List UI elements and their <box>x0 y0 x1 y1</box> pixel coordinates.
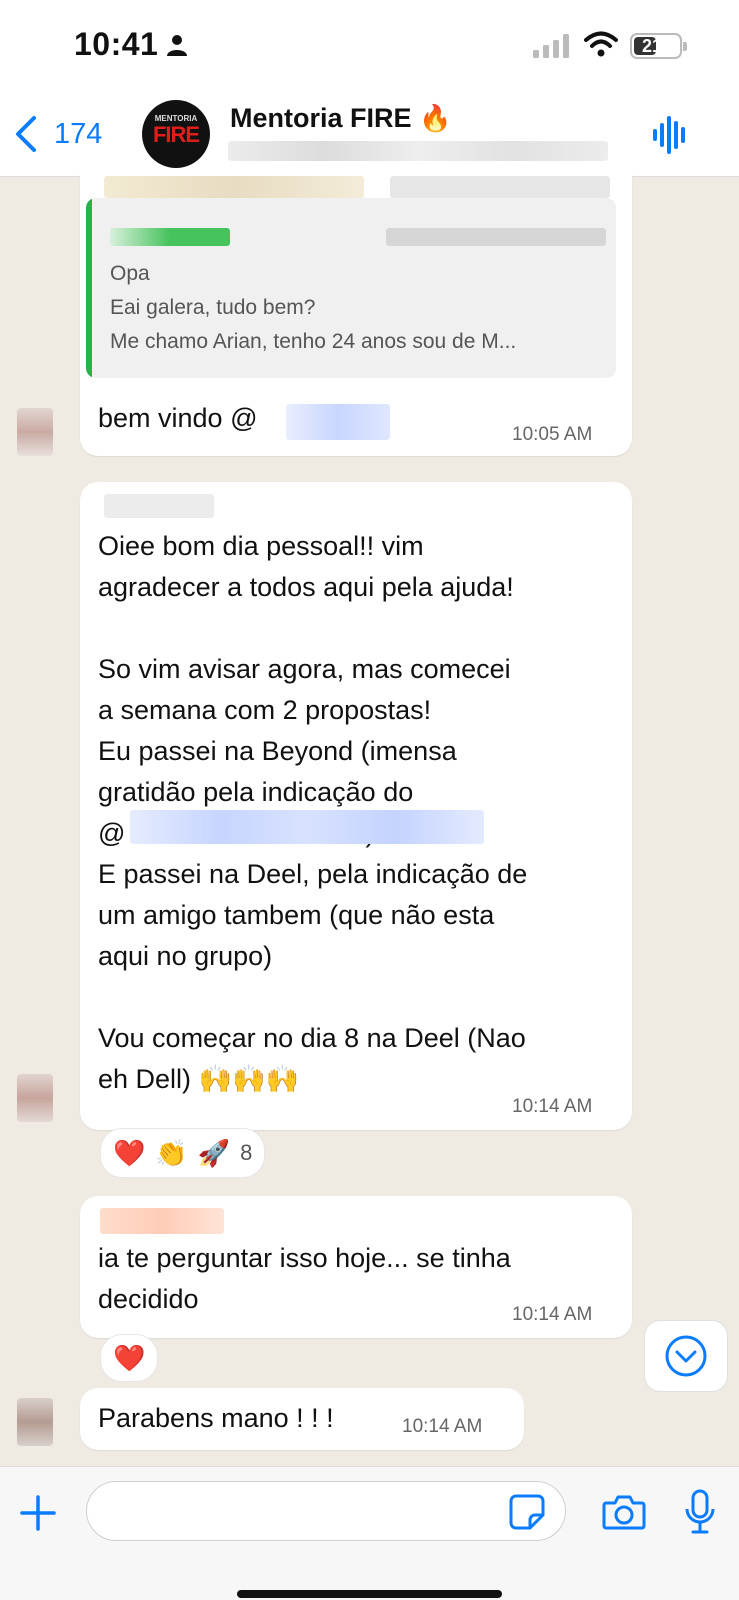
person-icon <box>167 35 187 56</box>
clap-reaction: 👏 <box>155 1137 188 1168</box>
blurred-text <box>390 176 610 198</box>
chat-header: 174 MENTORIA FIRE Mentoria FIRE 🔥 <box>0 95 739 177</box>
message-text: bem vindo @ <box>98 403 258 433</box>
quote-line: Opa <box>110 262 150 285</box>
blurred-sender <box>104 494 214 518</box>
message-text: Parabens mano ! ! ! <box>98 1403 334 1433</box>
sender-avatar[interactable] <box>17 1398 53 1446</box>
scroll-down-button[interactable] <box>644 1320 728 1392</box>
sticker-icon[interactable] <box>508 1493 546 1531</box>
message-reactions[interactable]: ❤️ 👏 🚀 8 <box>100 1128 266 1178</box>
blurred-mention <box>286 404 390 440</box>
message-time: 10:14 AM <box>402 1416 483 1437</box>
battery-icon: 21 <box>630 33 687 59</box>
camera-icon[interactable] <box>602 1493 646 1531</box>
back-chevron-icon <box>16 116 36 152</box>
blurred-phone <box>386 228 606 246</box>
message-bubble[interactable]: Opa Eai galera, tudo bem? Me chamo Arian… <box>80 168 632 456</box>
mic-icon[interactable] <box>684 1489 716 1535</box>
signal-icon <box>533 34 569 58</box>
message-bubble[interactable]: ia te perguntar isso hoje... se tinha de… <box>80 1196 632 1338</box>
blurred-sender <box>110 228 230 246</box>
blurred-text <box>104 176 364 198</box>
message-bubble[interactable]: Oiee bom dia pessoal!! vim agradecer a t… <box>80 482 632 1130</box>
avatar-logo-text: FIRE <box>152 122 200 147</box>
message-time: 10:14 AM <box>512 1096 593 1117</box>
quote-line: Me chamo Arian, tenho 24 anos sou de M..… <box>110 330 517 353</box>
wifi-icon <box>584 31 618 57</box>
home-indicator <box>237 1590 502 1598</box>
group-avatar[interactable]: MENTORIA FIRE <box>142 100 210 168</box>
heart-reaction: ❤️ <box>113 1137 146 1168</box>
group-title[interactable]: Mentoria FIRE 🔥 <box>230 103 451 134</box>
message-input[interactable] <box>86 1481 566 1541</box>
scroll-down-icon <box>665 1335 707 1377</box>
status-time: 10:41 <box>74 26 159 62</box>
compose-bar <box>0 1466 739 1600</box>
reaction-count: 8 <box>240 1140 253 1165</box>
heart-reaction: ❤️ <box>113 1342 146 1373</box>
blurred-sender <box>100 1208 224 1234</box>
plus-icon[interactable] <box>18 1493 58 1533</box>
message-reactions[interactable]: ❤️ <box>100 1334 159 1382</box>
quote-line: Eai galera, tudo bem? <box>110 296 316 319</box>
blurred-mention <box>130 810 484 844</box>
unread-count: 174 <box>54 117 103 150</box>
fire-icon: 🔥 <box>419 103 452 133</box>
sender-avatar[interactable] <box>17 408 53 456</box>
group-members-blurred <box>228 141 608 161</box>
voice-icon[interactable] <box>652 113 690 157</box>
battery-level: 21 <box>642 36 663 56</box>
message-time: 10:14 AM <box>512 1304 593 1325</box>
sender-avatar[interactable] <box>17 1074 53 1122</box>
message-bubble[interactable]: Parabens mano ! ! ! 10:14 AM <box>80 1388 524 1450</box>
quoted-message[interactable]: Opa Eai galera, tudo bem? Me chamo Arian… <box>86 198 616 378</box>
group-name: Mentoria FIRE <box>230 103 412 133</box>
message-time: 10:05 AM <box>512 424 593 445</box>
back-button[interactable]: 174 <box>10 111 102 157</box>
rocket-reaction: 🚀 <box>197 1137 231 1168</box>
quote-bar <box>86 198 92 378</box>
status-bar: 10:41 21 <box>0 0 739 95</box>
